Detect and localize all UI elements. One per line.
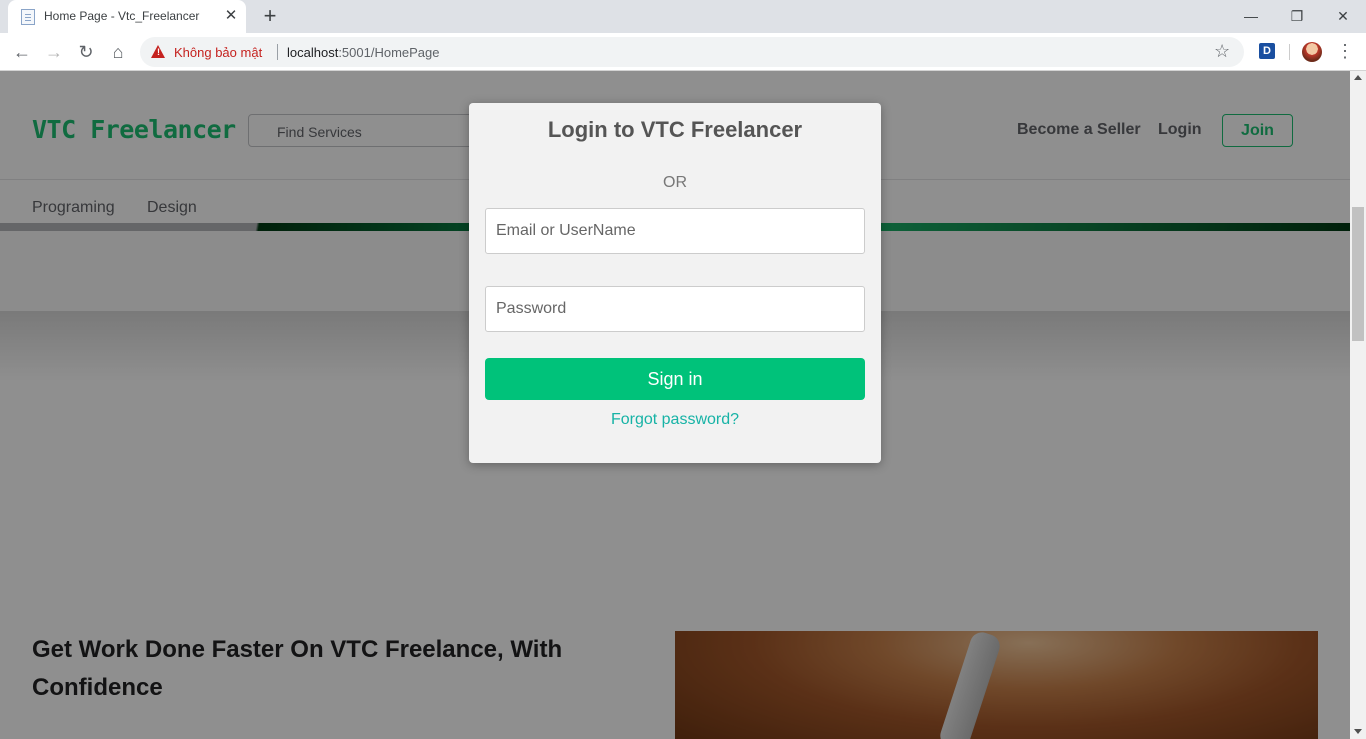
close-tab-icon[interactable]: ✕ bbox=[222, 7, 240, 25]
tab-title: Home Page - Vtc_Freelancer bbox=[44, 9, 200, 23]
login-modal: Login to VTC Freelancer OR Sign in Forgo… bbox=[469, 103, 881, 463]
page-viewport: VTC Freelancer Find Services Become a Se… bbox=[0, 71, 1350, 739]
warning-icon[interactable]: ! bbox=[151, 45, 165, 58]
new-tab-button[interactable]: + bbox=[258, 5, 282, 29]
modal-title: Login to VTC Freelancer bbox=[547, 117, 803, 142]
url-host: localhost bbox=[287, 45, 339, 60]
sign-in-button[interactable]: Sign in bbox=[485, 358, 865, 400]
scrollbar-thumb[interactable] bbox=[1352, 207, 1364, 341]
email-field[interactable] bbox=[485, 208, 865, 254]
close-window-button[interactable]: ✕ bbox=[1320, 2, 1366, 30]
bookmark-star-icon[interactable]: ☆ bbox=[1214, 41, 1230, 62]
password-field[interactable] bbox=[485, 286, 865, 332]
url-text[interactable]: localhost:5001/HomePage bbox=[287, 45, 440, 60]
back-button[interactable]: ← bbox=[10, 40, 34, 64]
browser-toolbar: ← → ↻ ⌂ ! Không bảo mật localhost:5001/H… bbox=[0, 33, 1366, 71]
url-path: :5001/HomePage bbox=[338, 45, 440, 60]
forgot-password-link[interactable]: Forgot password? bbox=[469, 411, 881, 429]
profile-avatar[interactable] bbox=[1302, 42, 1322, 62]
browser-menu-icon[interactable]: ⋮ bbox=[1336, 40, 1354, 62]
browser-tab[interactable]: Home Page - Vtc_Freelancer ✕ bbox=[8, 0, 246, 33]
minimize-window-button[interactable]: — bbox=[1228, 2, 1274, 30]
or-divider: OR bbox=[663, 174, 687, 191]
page-favicon-icon bbox=[21, 9, 35, 25]
forward-button[interactable]: → bbox=[42, 40, 66, 64]
home-button[interactable]: ⌂ bbox=[106, 40, 130, 64]
scroll-up-arrow-icon[interactable] bbox=[1354, 75, 1362, 80]
address-bar[interactable]: ! Không bảo mật localhost:5001/HomePage … bbox=[140, 37, 1244, 67]
toolbar-divider bbox=[1289, 44, 1290, 60]
reload-button[interactable]: ↻ bbox=[74, 40, 98, 64]
extension-icon[interactable]: D bbox=[1259, 43, 1275, 59]
page-scrollbar[interactable] bbox=[1350, 71, 1366, 739]
scroll-down-arrow-icon[interactable] bbox=[1354, 729, 1362, 734]
browser-tab-strip: Home Page - Vtc_Freelancer ✕ + — ❐ ✕ bbox=[0, 0, 1366, 33]
restore-window-button[interactable]: ❐ bbox=[1274, 2, 1320, 30]
security-status[interactable]: Không bảo mật bbox=[174, 45, 262, 60]
address-divider bbox=[277, 44, 278, 60]
